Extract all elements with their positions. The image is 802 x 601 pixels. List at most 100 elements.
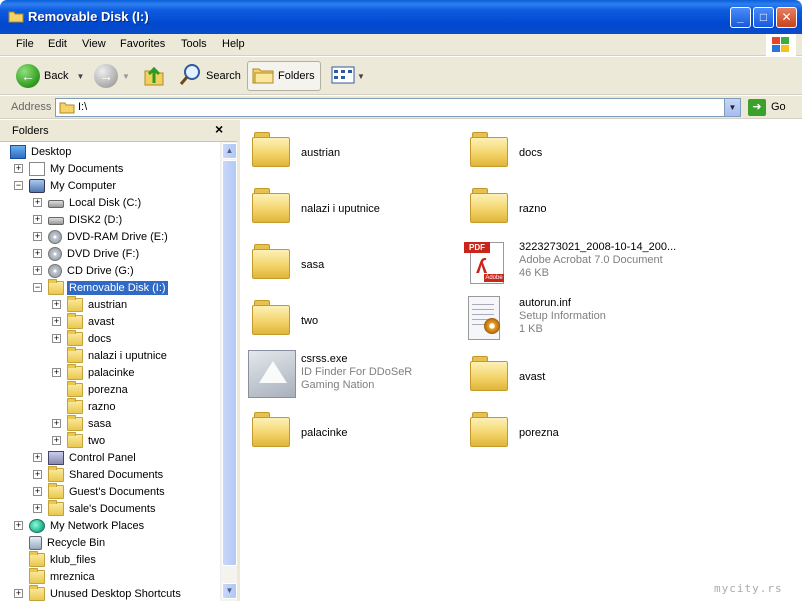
tree-item[interactable]: Unused Desktop Shortcuts [29,584,183,601]
folders-button[interactable]: Folders [247,61,321,91]
tree-expander-icon[interactable]: + [52,334,61,343]
file-item[interactable]: sasa [244,238,462,294]
tree-expander-icon[interactable]: + [52,419,61,428]
tree-expander-icon[interactable]: + [52,436,61,445]
file-name: docs [519,147,543,159]
tree-item[interactable]: two [67,431,107,449]
tree-item[interactable]: docs [67,329,113,347]
file-name: two [301,315,319,327]
tree-expander-icon[interactable]: − [33,283,42,292]
tree-item[interactable]: Recycle Bin [29,534,107,551]
file-item[interactable]: docs [462,126,680,182]
file-item[interactable]: csrss.exe ID Finder For DDoSeR Gaming Nati… [244,350,462,406]
menu-favorites[interactable]: Favorites [120,38,165,50]
menu-edit[interactable]: Edit [48,38,67,50]
tree-item[interactable]: nalazi i uputnice [67,346,169,364]
tree-expander-icon[interactable]: + [33,487,42,496]
file-item[interactable]: palacinke [244,406,462,462]
cd-drive-icon [48,229,62,244]
file-name: austrian [301,147,341,159]
tree-expander-icon[interactable]: + [33,249,42,258]
tree-item[interactable]: Local Disk (C:) [48,194,143,211]
tree-item-label: DVD-RAM Drive (E:) [67,230,168,243]
tree-expander-icon[interactable]: + [14,164,23,173]
tree-expander-icon[interactable]: + [33,453,42,462]
tree-expander-icon[interactable]: + [33,232,42,241]
menu-file[interactable]: File [16,38,34,50]
menu-help[interactable]: Help [222,38,245,50]
tree-expander-icon[interactable]: + [52,317,61,326]
tree-item[interactable]: sasa [67,414,113,432]
search-button[interactable]: Search [178,61,241,91]
tree-item-label: CD Drive (G:) [67,264,134,277]
go-arrow-icon[interactable]: ➜ [748,99,766,116]
tree-item[interactable]: avast [67,312,116,330]
tree-item[interactable]: My Computer [29,177,118,194]
tree-item[interactable]: Desktop [10,143,73,160]
maximize-button[interactable]: □ [753,7,774,28]
scroll-down-icon[interactable]: ▼ [222,583,237,599]
back-button[interactable]: ← Back ▼ [16,61,84,91]
tree-expander-icon[interactable]: + [33,504,42,513]
tree-item[interactable]: DVD-RAM Drive (E:) [48,228,170,245]
tree-item[interactable]: My Documents [29,160,125,177]
tree-item[interactable]: mreznica [29,567,97,585]
tree-item[interactable]: razno [67,397,118,415]
views-button[interactable]: ▼ [331,61,365,91]
close-button[interactable]: ✕ [776,7,797,28]
up-folder-button[interactable] [143,61,165,91]
back-arrow-icon: ← [16,64,40,88]
folders-pane-close-icon[interactable]: × [215,121,223,137]
tree-expander-icon[interactable]: + [33,266,42,275]
folder-icon [67,414,83,431]
folder-icon [67,380,83,397]
go-button[interactable]: Go [771,101,786,113]
file-item[interactable]: PDF ʎ Adobe 3223273021_2008-10-14_200... Ado… [462,238,680,294]
tree-item[interactable]: klub_files [29,550,98,568]
tree-item[interactable]: DISK2 (D:) [48,211,124,228]
menu-view[interactable]: View [82,38,106,50]
tree-expander-icon[interactable]: + [33,215,42,224]
tree-item[interactable]: Shared Documents [48,465,165,483]
minimize-button[interactable]: _ [730,7,751,28]
file-item[interactable]: two [244,294,462,350]
folders-icon [252,65,274,88]
tree-item[interactable]: sale's Documents [48,499,157,517]
tree-expander-icon[interactable]: − [14,181,23,190]
file-item[interactable]: razno [462,182,680,238]
vertical-scrollbar[interactable]: ▲ ▼ [220,142,237,601]
menu-tools[interactable]: Tools [181,38,207,50]
back-dropdown-icon[interactable]: ▼ [76,72,84,81]
address-input[interactable]: I:\ ▼ [55,98,741,117]
tree-item[interactable]: porezna [67,380,130,398]
views-dropdown-icon[interactable]: ▼ [357,72,365,81]
scroll-thumb[interactable] [222,160,237,566]
file-item[interactable]: porezna [462,406,680,462]
forward-button[interactable]: → ▼ [94,61,130,91]
file-item[interactable]: nalazi i uputnice [244,182,462,238]
scroll-up-icon[interactable]: ▲ [222,143,237,159]
cd-drive-icon [48,246,62,261]
tree-expander-icon[interactable]: + [52,368,61,377]
file-item[interactable]: austrian [244,126,462,182]
file-item[interactable]: autorun.inf Setup Information 1 KB [462,294,680,350]
tree-item[interactable]: palacinke [67,363,136,381]
tree-item[interactable]: Removable Disk (I:) [48,278,168,296]
tree-item[interactable]: My Network Places [29,517,146,534]
file-item[interactable]: avast [462,350,680,406]
tree-item[interactable]: DVD Drive (F:) [48,245,141,262]
folder-icon [252,244,292,280]
tree-expander-icon[interactable]: + [33,470,42,479]
tree-item[interactable]: Control Panel [48,449,138,466]
tree-item[interactable]: Guest's Documents [48,482,167,500]
tree-expander-icon[interactable]: + [14,589,23,598]
address-dropdown-icon[interactable]: ▼ [724,99,740,116]
tree-item-label: sasa [88,417,112,430]
tree-expander-icon[interactable]: + [52,300,61,309]
tree-expander-icon[interactable]: + [14,521,23,530]
tree-item[interactable]: CD Drive (G:) [48,262,136,279]
forward-arrow-icon: → [94,64,118,88]
forward-dropdown-icon[interactable]: ▼ [122,72,130,81]
tree-expander-icon[interactable]: + [33,198,42,207]
tree-item[interactable]: austrian [67,295,129,313]
